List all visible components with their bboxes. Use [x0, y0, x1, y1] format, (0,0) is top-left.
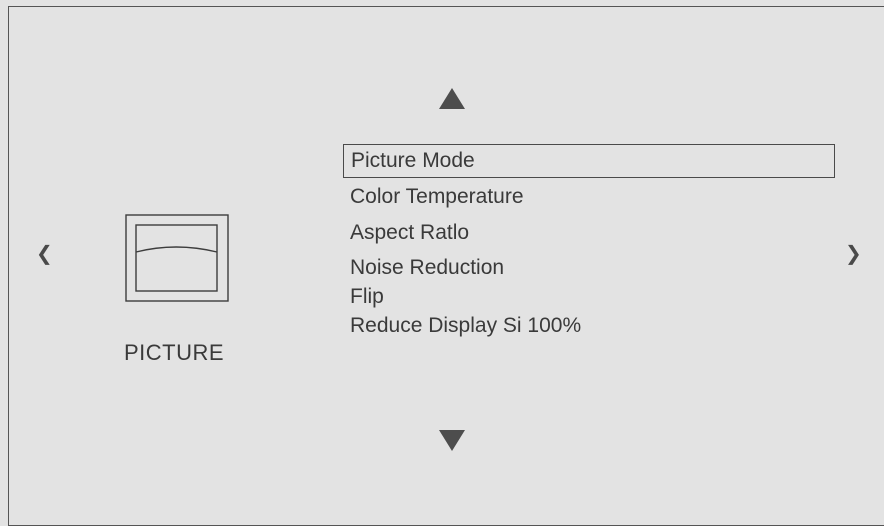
menu-item-noise-reduction[interactable]: Noise Reduction — [343, 252, 504, 284]
arrow-up-icon[interactable] — [439, 88, 465, 109]
menu-item-aspect-ratio[interactable]: Aspect Ratlo — [343, 217, 469, 249]
chevron-right-icon[interactable]: ❯ — [845, 243, 862, 263]
picture-monitor-icon — [125, 214, 229, 302]
chevron-left-icon[interactable]: ❮ — [36, 243, 53, 263]
category-label: PICTURE — [124, 340, 225, 365]
menu-item-picture-mode[interactable]: Picture Mode — [343, 144, 835, 178]
menu-item-flip[interactable]: Flip — [343, 281, 384, 313]
menu-item-color-temperature[interactable]: Color Temperature — [343, 181, 524, 213]
arrow-down-icon[interactable] — [439, 430, 465, 451]
menu-item-reduce-display-size[interactable]: Reduce Display Si 100% — [343, 310, 581, 342]
